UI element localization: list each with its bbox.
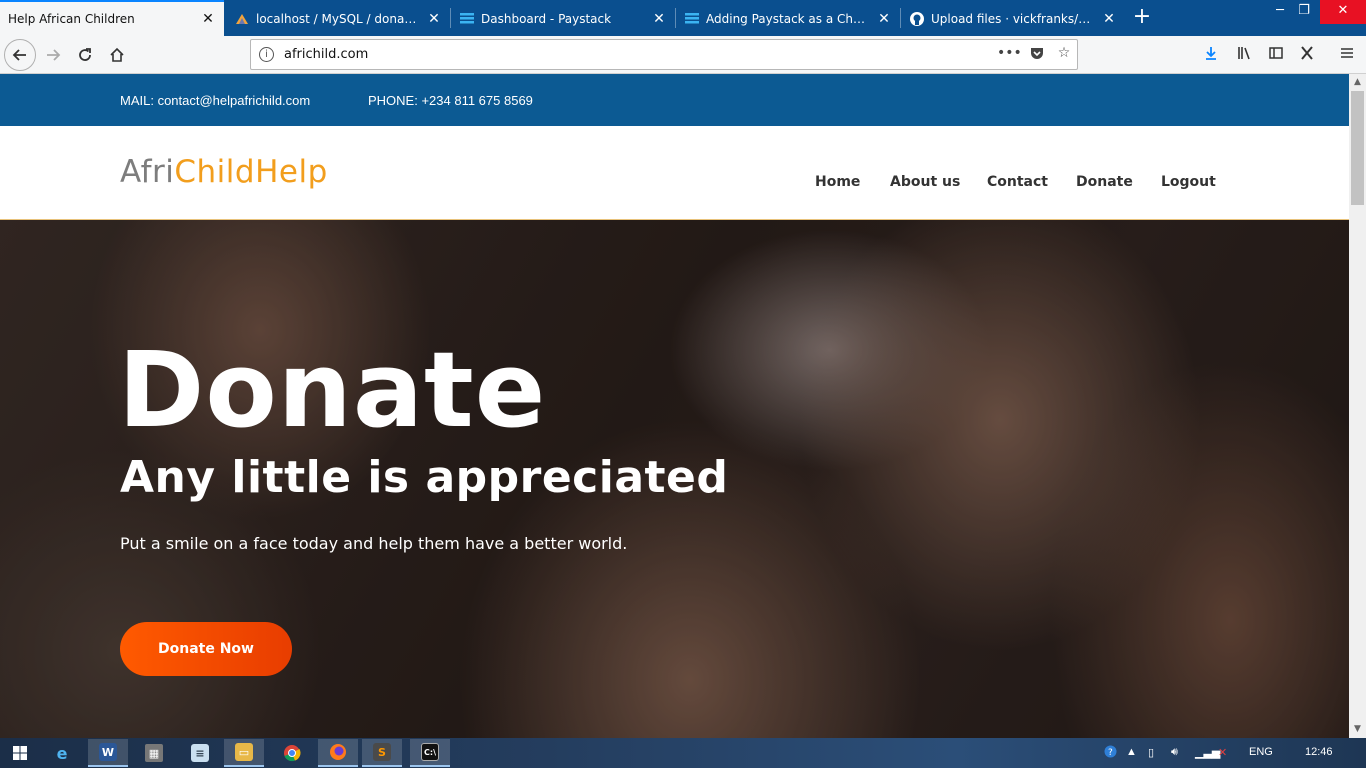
extension-x-icon[interactable]	[1296, 45, 1318, 65]
chrome-icon[interactable]	[272, 739, 312, 767]
paystack-icon	[684, 11, 700, 27]
restore-button[interactable]: ❐	[1286, 0, 1322, 24]
page-scrollbar[interactable]: ▲ ▼	[1349, 74, 1366, 738]
battery-icon[interactable]: ▯	[1148, 746, 1154, 759]
browser-tab-bar: Help African Children ✕ localhost / MySQ…	[0, 0, 1366, 36]
address-bar[interactable]: i africhild.com ••• ☆	[250, 39, 1078, 70]
tab-label: Adding Paystack as a Checkout	[706, 12, 870, 26]
phpmyadmin-icon	[234, 11, 250, 27]
forward-button[interactable]	[38, 40, 68, 70]
hero-title: Donate	[118, 329, 547, 451]
hero-subtitle: Any little is appreciated	[120, 452, 729, 503]
reload-icon	[79, 48, 91, 61]
command-prompt-icon[interactable]: C:\	[410, 739, 450, 767]
browser-toolbar: i africhild.com ••• ☆	[0, 36, 1366, 74]
close-icon[interactable]: ✕	[876, 11, 892, 27]
file-explorer-icon[interactable]: ▭	[224, 739, 264, 767]
tab-paystack-dashboard[interactable]: Dashboard - Paystack ✕	[451, 2, 675, 36]
site-header: AfriChildHelp Home About us Contact Dona…	[0, 126, 1349, 220]
volume-icon[interactable]: 🔊︎	[1171, 746, 1178, 759]
help-icon[interactable]: ?	[1104, 745, 1117, 761]
clock[interactable]: 12:46	[1305, 746, 1333, 758]
tab-help-african-children[interactable]: Help African Children ✕	[0, 0, 224, 36]
close-icon[interactable]: ✕	[200, 11, 216, 27]
close-icon[interactable]: ✕	[651, 11, 667, 27]
paystack-icon	[459, 11, 475, 27]
bookmark-star-icon[interactable]: ☆	[1054, 45, 1074, 65]
tab-paystack-checkout[interactable]: Adding Paystack as a Checkout ✕	[676, 2, 900, 36]
back-arrow-icon	[12, 49, 26, 61]
start-button[interactable]	[0, 739, 40, 767]
tray-expand-icon[interactable]: ▲	[1126, 746, 1137, 758]
calculator-icon[interactable]: ▦	[134, 739, 174, 767]
windows-taskbar: e W ▦ ≡ ▭ S C:\ ? ▲ ▯ 🔊︎ ▁▃▅ ✕ ENG 12:46	[0, 738, 1366, 768]
tab-label: Upload files · vickfranks/donati	[931, 12, 1095, 26]
page-actions-icon[interactable]: •••	[997, 45, 1022, 65]
sublime-text-icon[interactable]: S	[362, 739, 402, 767]
nav-about-us[interactable]: About us	[890, 174, 960, 190]
nav-logout[interactable]: Logout	[1161, 174, 1216, 190]
library-icon[interactable]	[1233, 45, 1255, 65]
contact-bar: MAIL: contact@helpafrichild.com PHONE: +…	[0, 74, 1349, 126]
logo-part-afri: Afri	[120, 154, 175, 190]
contact-mail[interactable]: MAIL: contact@helpafrichild.com	[120, 93, 310, 108]
tab-label: localhost / MySQL / donation |	[256, 12, 420, 26]
scroll-down-icon[interactable]: ▼	[1349, 721, 1366, 738]
word-icon[interactable]: W	[88, 739, 128, 767]
tab-github-upload[interactable]: Upload files · vickfranks/donati ✕	[901, 2, 1125, 36]
svg-text:?: ?	[1108, 748, 1113, 758]
home-icon	[110, 47, 124, 62]
contact-phone[interactable]: PHONE: +234 811 675 8569	[368, 93, 533, 108]
scroll-up-icon[interactable]: ▲	[1349, 74, 1366, 91]
nav-home[interactable]: Home	[815, 174, 860, 190]
tab-label: Help African Children	[8, 12, 135, 26]
web-page: MAIL: contact@helpafrichild.com PHONE: +…	[0, 74, 1349, 738]
site-logo[interactable]: AfriChildHelp	[120, 154, 328, 190]
hero-banner: Donate Any little is appreciated Put a s…	[0, 220, 1349, 738]
notepad-icon[interactable]: ≡	[180, 739, 220, 767]
tab-label: Dashboard - Paystack	[481, 12, 612, 26]
new-tab-button[interactable]: +	[1130, 4, 1154, 32]
nav-donate[interactable]: Donate	[1076, 174, 1133, 190]
reload-button[interactable]	[70, 40, 100, 70]
logo-part-childhelp: ChildHelp	[174, 154, 328, 190]
url-text[interactable]: africhild.com	[284, 47, 368, 62]
forward-arrow-icon	[47, 49, 61, 61]
internet-explorer-icon[interactable]: e	[42, 739, 82, 767]
window-close-button[interactable]: ✕	[1320, 0, 1366, 24]
menu-hamburger-icon[interactable]	[1336, 45, 1358, 65]
hero-tagline: Put a smile on a face today and help the…	[120, 534, 628, 553]
tab-phpmyadmin[interactable]: localhost / MySQL / donation | ✕	[226, 2, 450, 36]
network-icon[interactable]: ▁▃▅	[1195, 746, 1220, 759]
info-icon[interactable]: i	[259, 47, 274, 62]
home-button[interactable]	[102, 40, 132, 70]
nav-contact[interactable]: Contact	[987, 174, 1048, 190]
donate-now-button[interactable]: Donate Now	[120, 622, 292, 676]
no-network-warning-icon[interactable]: ✕	[1218, 746, 1227, 759]
back-button[interactable]	[4, 39, 36, 71]
pocket-icon[interactable]	[1027, 45, 1047, 65]
language-indicator[interactable]: ENG	[1249, 746, 1273, 758]
download-icon[interactable]	[1200, 45, 1222, 65]
github-icon	[909, 11, 925, 27]
windows-logo-icon	[13, 746, 27, 760]
close-icon[interactable]: ✕	[1101, 11, 1117, 27]
firefox-icon[interactable]	[318, 739, 358, 767]
scrollbar-thumb[interactable]	[1351, 91, 1364, 205]
close-icon[interactable]: ✕	[426, 11, 442, 27]
sidebar-icon[interactable]	[1265, 45, 1287, 65]
